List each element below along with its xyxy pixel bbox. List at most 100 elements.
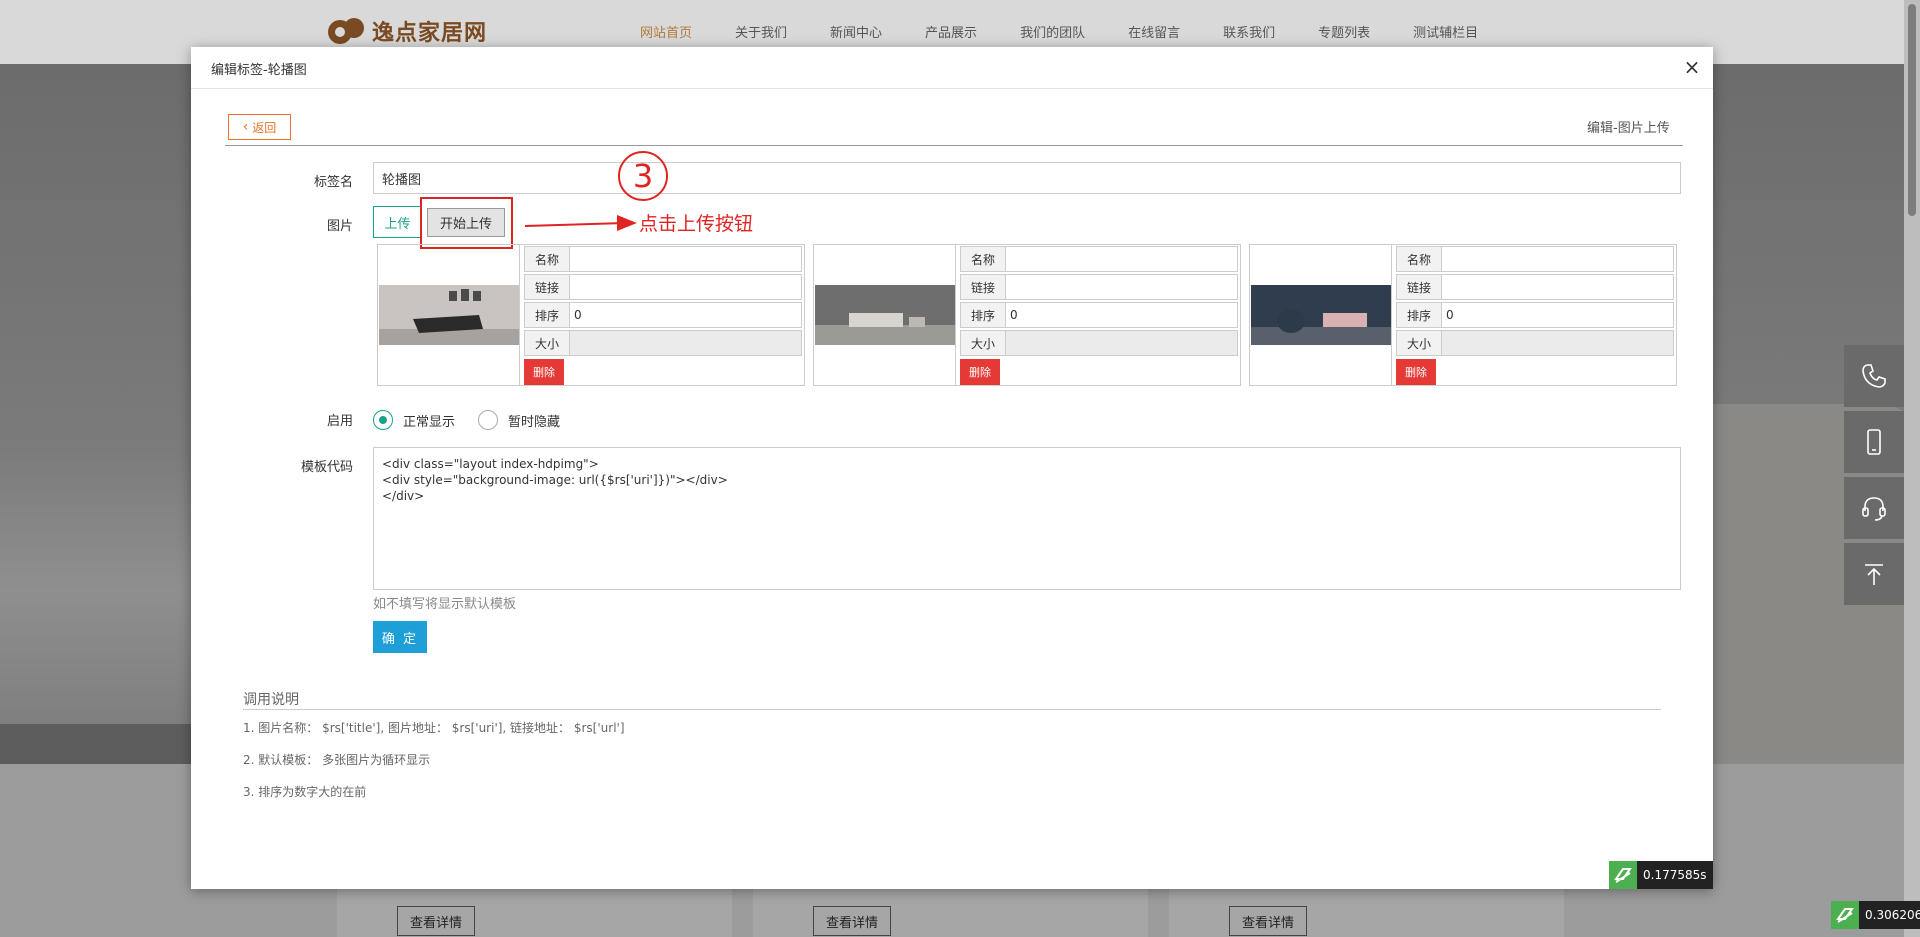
- nav-item-test[interactable]: 测试辅栏目: [1413, 22, 1478, 41]
- delete-image-button[interactable]: 删除: [960, 359, 1000, 385]
- tagname-input[interactable]: [373, 162, 1681, 194]
- image-item-card: 名称 链接 排序 0 大小 删除: [813, 244, 1241, 386]
- modal-timing-badge: 0.177585s: [1609, 861, 1713, 889]
- back-button[interactable]: ‹ 返回: [228, 114, 291, 140]
- site-logo-text: 逸点家居网: [372, 21, 488, 46]
- order-label: 排序: [960, 302, 1006, 328]
- float-top-button[interactable]: [1844, 543, 1904, 605]
- link-label: 链接: [960, 274, 1006, 300]
- name-label: 名称: [524, 246, 570, 272]
- float-phone-button[interactable]: [1844, 345, 1904, 407]
- page-timing-value: 0.306206s: [1865, 908, 1920, 922]
- nav-item-home[interactable]: 网站首页: [640, 22, 692, 41]
- nav-item-about[interactable]: 关于我们: [735, 22, 787, 41]
- headset-icon: [1862, 497, 1886, 521]
- image-link-input[interactable]: [1006, 274, 1238, 300]
- image-name-input[interactable]: [1442, 246, 1674, 272]
- product-detail-button[interactable]: 查看详情: [397, 906, 475, 936]
- annotation-text: 点击上传按钮: [639, 213, 754, 235]
- product-detail-button[interactable]: 查看详情: [1229, 906, 1307, 936]
- confirm-button[interactable]: 确 定: [373, 621, 427, 653]
- link-label: 链接: [1396, 274, 1442, 300]
- name-label: 名称: [1396, 246, 1442, 272]
- product-detail-button[interactable]: 查看详情: [813, 906, 891, 936]
- size-label: 大小: [524, 330, 570, 356]
- site-nav: 网站首页 关于我们 新闻中心 产品展示 我们的团队 在线留言 联系我们 专题列表…: [640, 22, 1521, 41]
- scrollbar-thumb[interactable]: [1908, 4, 1916, 216]
- radio-checked-icon: [373, 410, 393, 430]
- modal-title: 编辑标签-轮播图: [211, 63, 307, 78]
- back-to-top-icon: [1865, 564, 1883, 585]
- order-label: 排序: [1396, 302, 1442, 328]
- header-divider: [225, 145, 1683, 146]
- name-label: 名称: [960, 246, 1006, 272]
- image-size-field: [1442, 330, 1674, 356]
- order-label: 排序: [524, 302, 570, 328]
- image-thumbnail: [378, 245, 520, 385]
- nav-item-products[interactable]: 产品展示: [925, 22, 977, 41]
- image-item-card: 名称 链接 排序 0 大小 删除: [1249, 244, 1677, 386]
- link-label: 链接: [524, 274, 570, 300]
- sofa-image-1: [378, 285, 519, 345]
- radio-show[interactable]: 正常显示: [373, 410, 455, 430]
- phone-icon: [1862, 364, 1886, 388]
- image-name-input[interactable]: [1006, 246, 1238, 272]
- radio-hide[interactable]: 暂时隐藏: [478, 410, 560, 430]
- mobile-icon: [1867, 429, 1881, 455]
- usage-item: 1. 图片名称： $rs['title'], 图片地址： $rs['uri'],…: [243, 721, 625, 735]
- back-label: 返回: [252, 120, 277, 135]
- usage-divider: [243, 709, 1661, 710]
- radio-unchecked-icon: [478, 410, 498, 430]
- size-label: 大小: [960, 330, 1006, 356]
- modal-close-button[interactable]: ×: [1681, 57, 1703, 79]
- delete-image-button[interactable]: 删除: [524, 359, 564, 385]
- image-thumbnail: [814, 245, 956, 385]
- annotation-step-number: 3: [618, 151, 668, 201]
- template-label: 模板代码: [300, 460, 353, 475]
- image-order-input[interactable]: 0: [1006, 302, 1238, 328]
- logo-mark-icon: [328, 18, 364, 44]
- nav-item-contact[interactable]: 联系我们: [1223, 22, 1275, 41]
- image-order-input[interactable]: 0: [1442, 302, 1674, 328]
- image-link-input[interactable]: [1442, 274, 1674, 300]
- float-service-button[interactable]: [1844, 477, 1904, 539]
- image-link-input[interactable]: [570, 274, 802, 300]
- sofa-image-2: [814, 285, 955, 345]
- usage-title: 调用说明: [243, 692, 299, 708]
- image-thumbnail: [1250, 245, 1392, 385]
- tagname-label: 标签名: [313, 175, 353, 190]
- template-code-textarea[interactable]: <div class="layout index-hdpimg"> <div s…: [373, 447, 1681, 590]
- delete-image-button[interactable]: 删除: [1396, 359, 1436, 385]
- image-order-input[interactable]: 0: [570, 302, 802, 328]
- page-scrollbar[interactable]: [1904, 0, 1920, 937]
- timing-logo-icon: [1831, 901, 1859, 929]
- image-label: 图片: [326, 219, 353, 234]
- page-timing-badge: 0.306206s: [1831, 901, 1920, 929]
- size-label: 大小: [1396, 330, 1442, 356]
- timing-logo-icon: [1609, 861, 1637, 889]
- template-hint: 如不填写将显示默认模板: [373, 597, 517, 612]
- annotation-highlight-box: [420, 197, 513, 249]
- image-size-field: [570, 330, 802, 356]
- nav-item-news[interactable]: 新闻中心: [830, 22, 882, 41]
- radio-hide-label: 暂时隐藏: [508, 414, 561, 430]
- image-size-field: [1006, 330, 1238, 356]
- nav-item-message[interactable]: 在线留言: [1128, 22, 1180, 41]
- image-item-card: 名称 链接 排序 0 大小 删除: [377, 244, 805, 386]
- modal-title-divider: [191, 88, 1713, 89]
- site-logo[interactable]: 逸点家居网: [326, 14, 487, 48]
- enable-label: 启用: [326, 414, 353, 429]
- chevron-left-icon: ‹: [242, 119, 249, 135]
- nav-item-topics[interactable]: 专题列表: [1318, 22, 1370, 41]
- nav-item-team[interactable]: 我们的团队: [1020, 22, 1085, 41]
- floating-contact-bar: [1844, 345, 1904, 609]
- image-name-input[interactable]: [570, 246, 802, 272]
- usage-item: 3. 排序为数字大的在前: [243, 785, 367, 799]
- sofa-image-3: [1250, 285, 1391, 345]
- edit-tag-modal: 编辑标签-轮播图 × ‹ 返回 编辑-图片上传 标签名 图片 上传 开始上传 3…: [191, 47, 1713, 889]
- usage-item: 2. 默认模板： 多张图片为循环显示: [243, 753, 431, 767]
- float-mobile-button[interactable]: [1844, 411, 1904, 473]
- radio-show-label: 正常显示: [403, 414, 456, 430]
- modal-timing-value: 0.177585s: [1643, 868, 1707, 882]
- select-upload-button[interactable]: 上传: [373, 206, 422, 238]
